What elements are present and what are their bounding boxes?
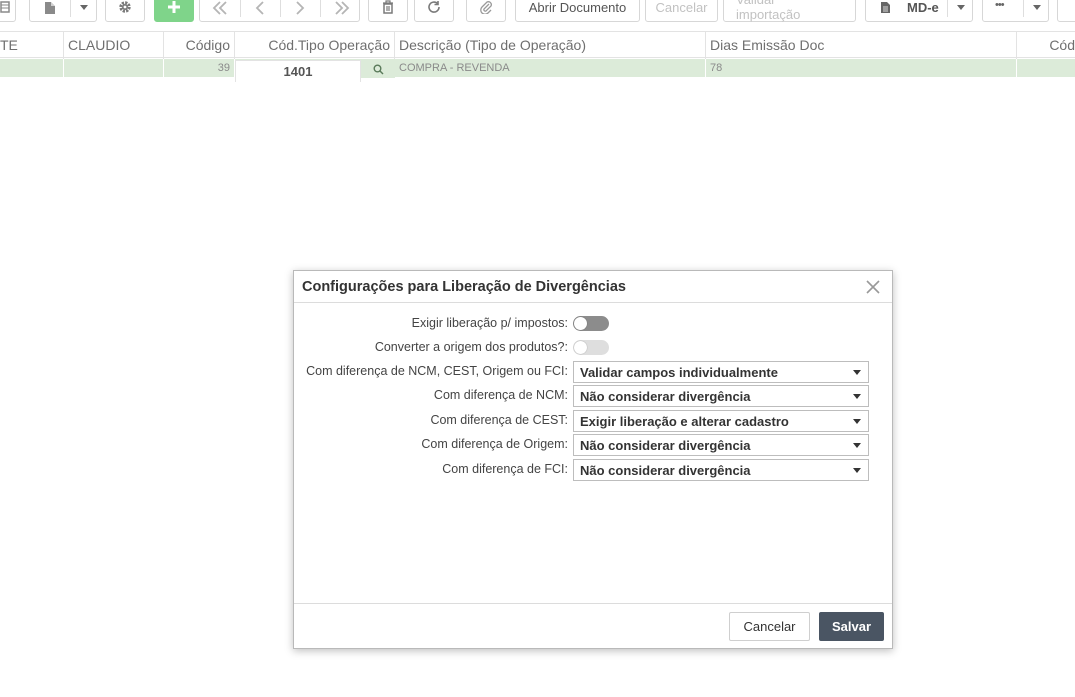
chevron-down-icon — [853, 394, 861, 399]
list-icon — [0, 1, 10, 13]
abrir-documento-button[interactable]: Abrir Documento — [515, 0, 640, 22]
add-button[interactable] — [154, 0, 194, 22]
chevron-down-icon — [957, 5, 965, 10]
refresh-icon — [428, 1, 440, 13]
column-header-codigo[interactable]: Código — [164, 32, 235, 59]
cell-descricao: COMPRA - REVENDA — [395, 59, 706, 77]
field-dif-ncm: Com diferença de NCM: Não considerar div… — [294, 385, 892, 407]
dif-cest-label: Com diferença de CEST: — [430, 413, 568, 427]
document-icon — [45, 2, 55, 14]
field-converter-origem: Converter a origem dos produtos?: — [294, 337, 892, 359]
dif-fci-label: Com diferença de FCI: — [442, 462, 568, 476]
cell-dias-emissao: 78 — [706, 59, 1017, 77]
converter-origem-toggle[interactable] — [573, 340, 609, 355]
previous-record-icon[interactable] — [255, 1, 265, 15]
divergence-settings-dialog: Configurações para Liberação de Divergên… — [293, 270, 893, 649]
dif-fci-select[interactable]: Não considerar divergência — [573, 459, 869, 481]
gear-icon — [119, 1, 131, 13]
column-header-descricao[interactable]: Descrição (Tipo de Operação) — [395, 32, 706, 59]
validar-importacao-button[interactable]: Validar importação — [723, 0, 856, 22]
selected-value: Não considerar divergência — [580, 389, 751, 404]
column-header-cod-tipo-operacao[interactable]: Cód.Tipo Operação — [235, 32, 395, 59]
save-button[interactable]: Salvar — [819, 612, 884, 641]
chevron-down-icon — [80, 5, 88, 10]
search-icon — [373, 64, 384, 75]
more-icon: ••• — [995, 0, 1005, 11]
chevron-down-icon — [853, 370, 861, 375]
dialog-header: Configurações para Liberação de Divergên… — [294, 271, 892, 303]
cell-te — [0, 59, 64, 77]
close-icon[interactable] — [864, 278, 882, 296]
chevron-down-icon — [853, 468, 861, 473]
grid-view-button[interactable] — [0, 0, 16, 22]
selected-value: Exigir liberação e alterar cadastro — [580, 414, 789, 429]
next-record-icon[interactable] — [295, 1, 305, 15]
selected-value: Não considerar divergência — [580, 463, 751, 478]
dif-cest-select[interactable]: Exigir liberação e alterar cadastro — [573, 410, 869, 432]
refresh-button[interactable] — [414, 0, 454, 22]
cod-tipo-operacao-input[interactable]: 1401 — [235, 60, 361, 82]
chevron-down-icon — [853, 443, 861, 448]
paperclip-icon — [480, 1, 492, 14]
last-record-icon[interactable] — [333, 1, 351, 15]
settings-button[interactable] — [105, 0, 145, 22]
attach-button[interactable] — [466, 0, 506, 22]
field-exigir-liberacao: Exigir liberação p/ impostos: — [294, 313, 892, 335]
cancel-button[interactable]: Cancelar — [729, 612, 810, 641]
exigir-liberacao-label: Exigir liberação p/ impostos: — [411, 316, 568, 330]
dialog-title: Configurações para Liberação de Divergên… — [302, 279, 626, 295]
chevron-down-icon — [853, 419, 861, 424]
navigation-group — [199, 0, 360, 22]
grid-header: TE CLAUDIO Código Cód.Tipo Operação Desc… — [0, 31, 1075, 59]
new-document-menu-button[interactable] — [29, 0, 97, 22]
converter-origem-label: Converter a origem dos produtos?: — [374, 340, 568, 354]
dif-ncm-cest-origem-fci-label: Com diferença de NCM, CEST, Origem ou FC… — [306, 364, 568, 378]
dif-ncm-cest-origem-fci-select[interactable]: Validar campos individualmente — [573, 361, 869, 383]
delete-button[interactable] — [368, 0, 408, 22]
chevron-down-icon — [1033, 5, 1041, 10]
column-header-cod[interactable]: Cód — [1017, 32, 1075, 59]
dif-origem-select[interactable]: Não considerar divergência — [573, 434, 869, 456]
toolbar: Abrir Documento Cancelar Validar importa… — [0, 0, 1075, 24]
field-dif-fci: Com diferença de FCI: Não considerar div… — [294, 459, 892, 481]
more-actions-button[interactable]: ••• — [982, 0, 1049, 22]
trash-icon — [383, 0, 393, 14]
mde-button[interactable]: MD-e — [865, 0, 973, 22]
field-dif-origem: Com diferença de Origem: Não considerar … — [294, 434, 892, 456]
cell-codigo: 39 — [164, 59, 235, 77]
selected-value: Não considerar divergência — [580, 438, 751, 453]
dif-ncm-select[interactable]: Não considerar divergência — [573, 385, 869, 407]
cod-tipo-operacao-search-button[interactable] — [361, 60, 395, 78]
exigir-liberacao-toggle[interactable] — [573, 316, 609, 331]
mde-label: MD-e — [907, 0, 939, 15]
first-record-icon[interactable] — [211, 1, 229, 15]
cell-cod — [1017, 59, 1075, 77]
document-icon — [881, 2, 890, 13]
toolbar-extra-button[interactable] — [1057, 0, 1075, 22]
selected-value: Validar campos individualmente — [580, 365, 778, 380]
dif-ncm-label: Com diferença de NCM: — [433, 388, 568, 402]
field-dif-cest: Com diferença de CEST: Exigir liberação … — [294, 410, 892, 432]
cancelar-toolbar-button[interactable]: Cancelar — [645, 0, 718, 22]
column-header-te[interactable]: TE — [0, 32, 64, 59]
plus-icon — [168, 1, 180, 13]
dif-origem-label: Com diferença de Origem: — [421, 437, 568, 451]
column-header-dias-emissao[interactable]: Dias Emissão Doc — [706, 32, 1017, 59]
cell-claudio — [64, 59, 164, 77]
column-header-claudio[interactable]: CLAUDIO — [64, 32, 164, 59]
table-row[interactable]: 39 COMPRA - REVENDA 78 — [0, 59, 1075, 77]
field-dif-ncm-cest-origem-fci: Com diferença de NCM, CEST, Origem ou FC… — [294, 361, 892, 383]
dialog-footer: Cancelar Salvar — [294, 603, 892, 648]
